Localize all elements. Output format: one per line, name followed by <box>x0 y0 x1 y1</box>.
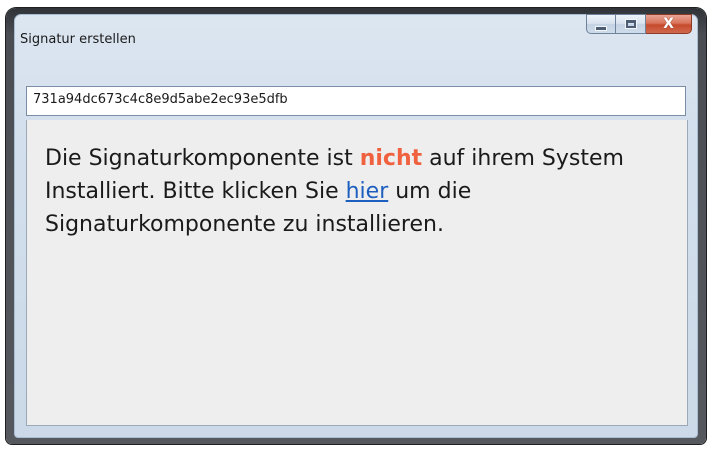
close-icon: X <box>663 16 674 32</box>
content-panel: Die Signaturkomponente ist nicht auf ihr… <box>26 120 688 426</box>
close-button[interactable]: X <box>646 14 692 34</box>
message-emphasis: nicht <box>359 146 423 171</box>
install-link[interactable]: hier <box>346 179 389 204</box>
minimize-button[interactable] <box>586 14 616 34</box>
window-title: Signatur erstellen <box>20 32 136 47</box>
maximize-icon <box>624 19 637 29</box>
signature-id-field[interactable]: 731a94dc673c4c8e9d5abe2ec93e5dfb <box>26 86 686 116</box>
install-message: Die Signaturkomponente ist nicht auf ihr… <box>45 142 675 241</box>
minimize-icon <box>595 25 607 31</box>
window-controls: X <box>586 14 692 34</box>
message-text-1: Die Signaturkomponente ist <box>45 146 360 171</box>
maximize-button[interactable] <box>616 14 646 34</box>
